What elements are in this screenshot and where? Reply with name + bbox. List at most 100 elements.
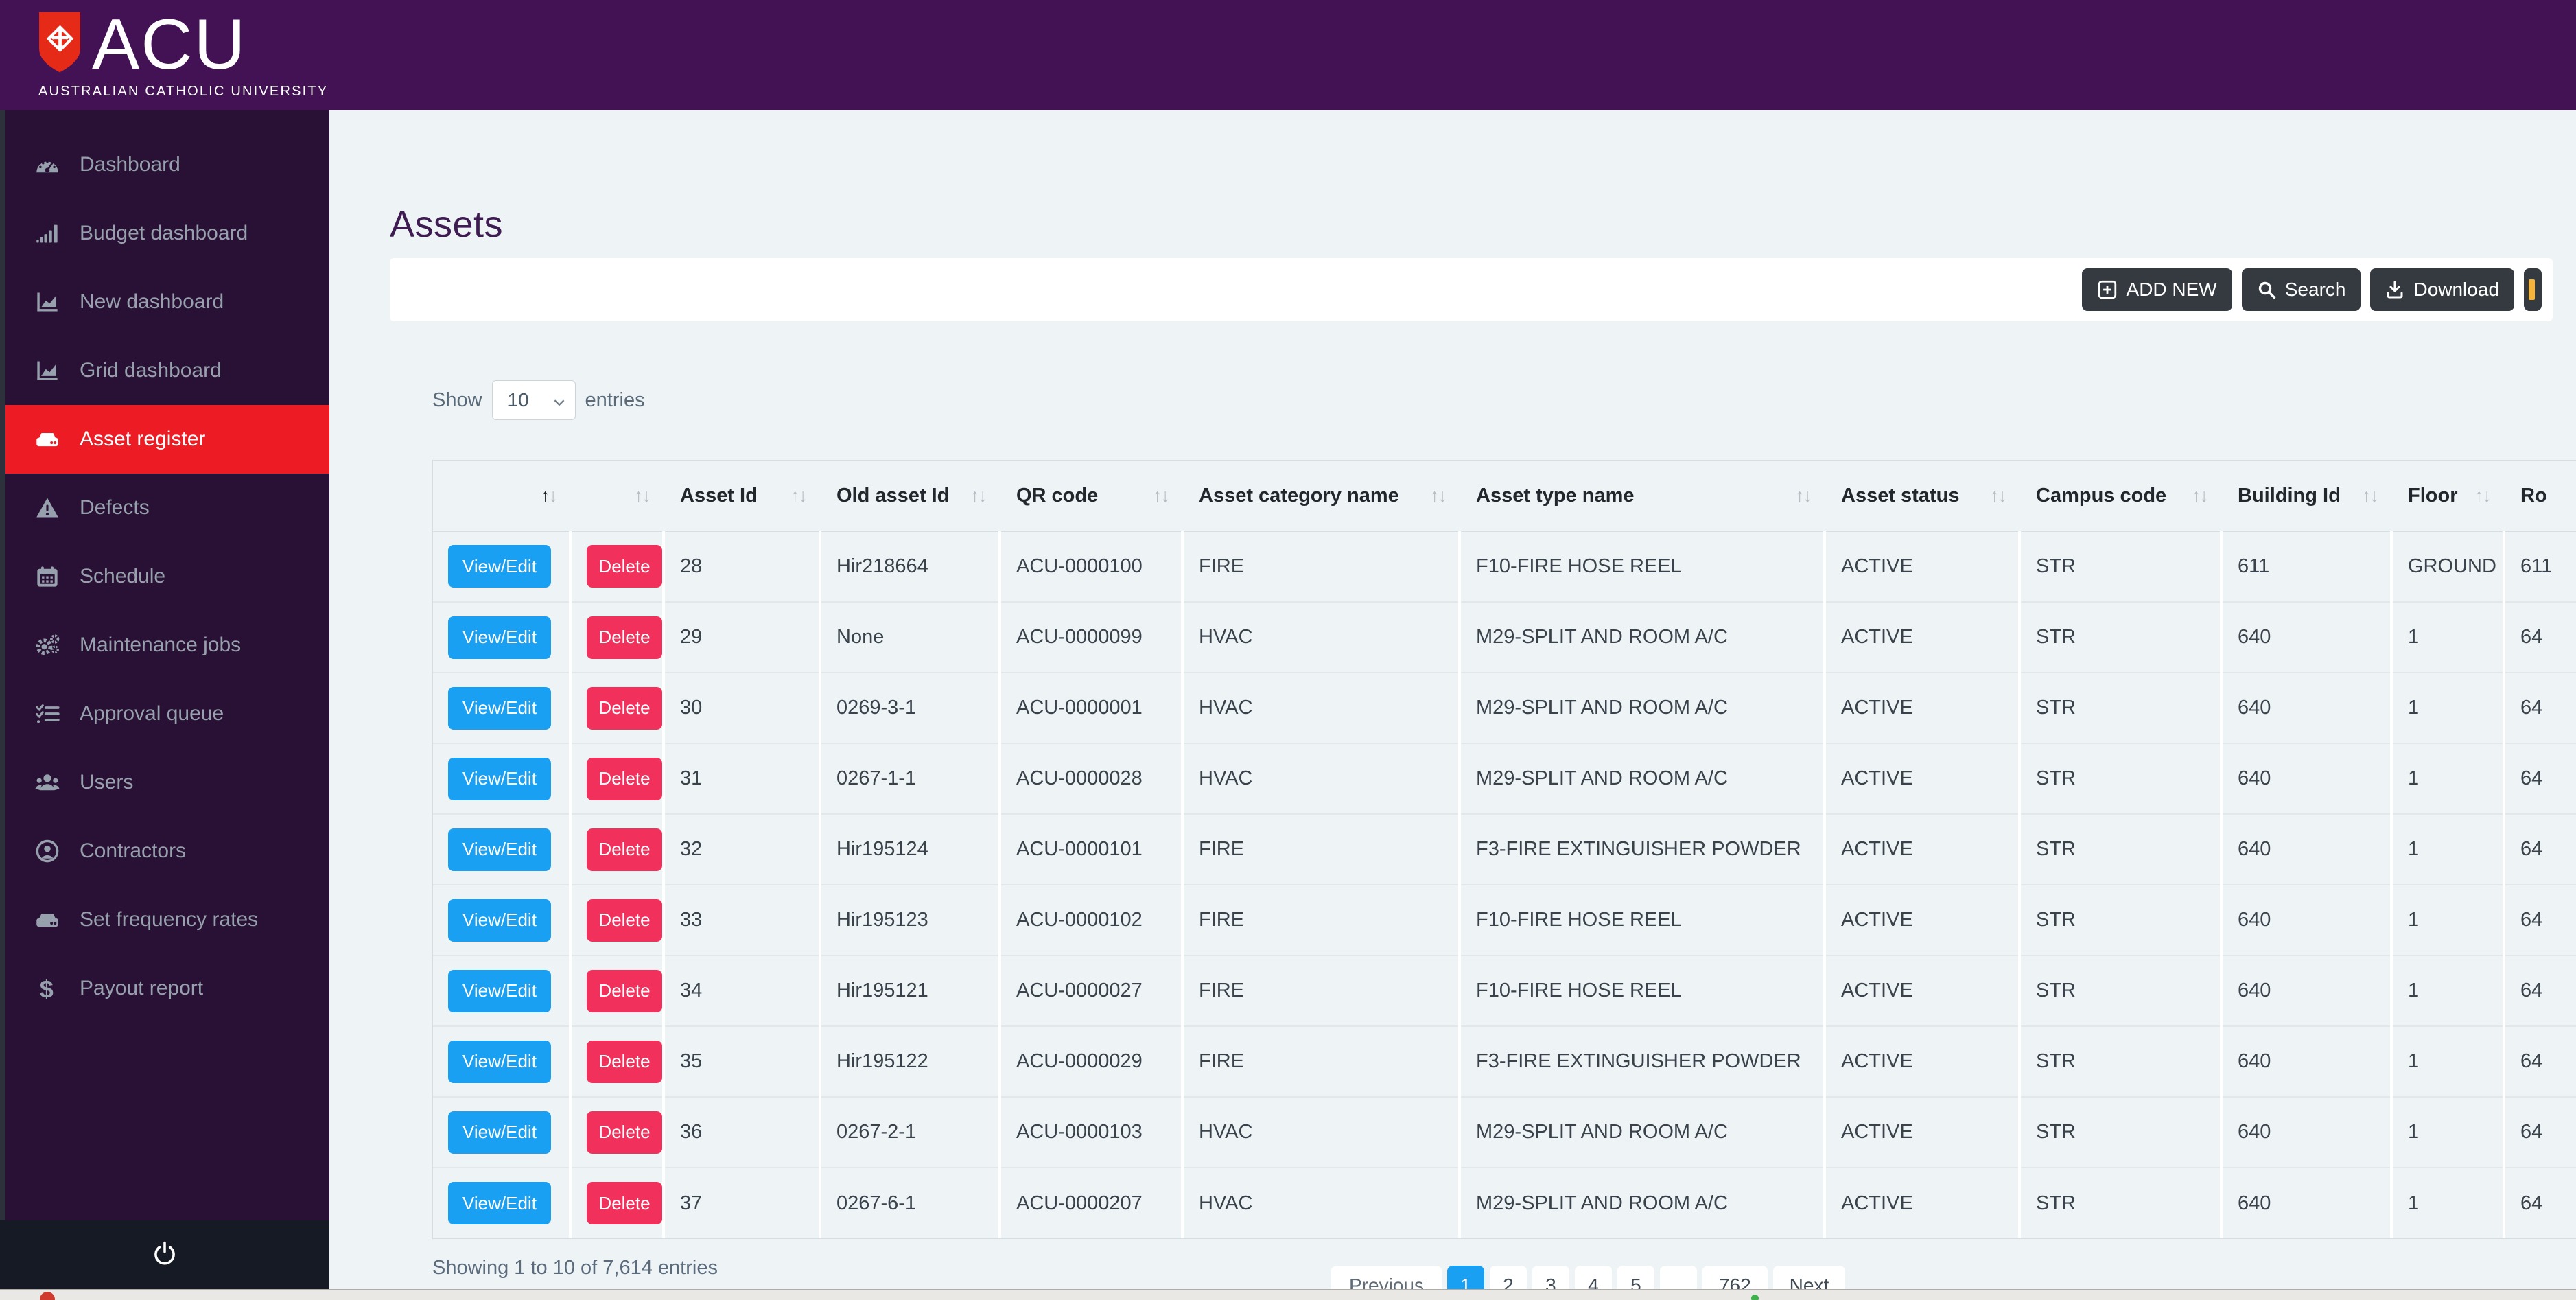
area-chart-icon	[32, 288, 63, 316]
sidebar-item-defects[interactable]: Defects	[0, 474, 329, 542]
cell-campus-code: STR	[2019, 743, 2223, 814]
col-header-campus-code[interactable]: Campus code ↑ ↓	[2019, 461, 2221, 532]
add-new-button[interactable]: ADD NEW	[2081, 268, 2232, 311]
delete-button[interactable]: Delete	[587, 686, 661, 730]
view-edit-button[interactable]: View/Edit	[448, 1182, 551, 1224]
cell-asset-category-name: FIRE	[1182, 884, 1461, 955]
sidebar-item-users[interactable]: Users	[0, 748, 329, 817]
delete-button[interactable]: Delete	[587, 545, 661, 588]
view-edit-button[interactable]: View/Edit	[448, 828, 551, 871]
delete-button[interactable]: Delete	[587, 1111, 661, 1154]
sidebar-item-approval-queue[interactable]: Approval queue	[0, 680, 329, 748]
view-edit-button[interactable]: View/Edit	[448, 757, 551, 800]
sidebar-item-schedule[interactable]: Schedule	[0, 542, 329, 611]
sidebar-item-payout-report[interactable]: $ Payout report	[0, 954, 329, 1023]
download-button[interactable]: Download	[2370, 268, 2514, 311]
cell-asset-status: ACTIVE	[1825, 955, 2021, 1026]
table-row: View/Edit Delete 33 Hir195123 ACU-0000102 FIR…	[433, 884, 2576, 955]
col-header-asset-id[interactable]: Asset Id ↑ ↓	[664, 461, 820, 532]
cell-old-asset-id: 0267-1-1	[820, 743, 1001, 814]
col-header-sort-0[interactable]: ↑ ↓	[433, 461, 570, 532]
sidebar-item-grid-dashboard[interactable]: Grid dashboard	[0, 336, 329, 405]
sidebar-item-label: Approval queue	[80, 702, 224, 725]
delete-button[interactable]: Delete	[587, 969, 661, 1012]
view-edit-button[interactable]: View/Edit	[448, 969, 551, 1012]
sidebar-item-set-frequency-rates[interactable]: Set frequency rates	[0, 885, 329, 954]
clipped-toolbar-button[interactable]	[2524, 268, 2542, 311]
view-edit-button[interactable]: View/Edit	[448, 686, 551, 730]
cell-room: 64	[2504, 1096, 2576, 1168]
delete-button[interactable]: Delete	[587, 1182, 661, 1224]
sidebar-item-budget-dashboard[interactable]: Budget dashboard	[0, 199, 329, 268]
cell-asset-id: 37	[664, 1167, 821, 1238]
sidebar-item-label: Payout report	[80, 977, 204, 999]
sidebar-item-label: Users	[80, 771, 134, 793]
cell-building-id: 640	[2221, 884, 2393, 955]
cell-floor: 1	[2391, 672, 2505, 743]
entries-length-control: Show 10 entries	[432, 380, 2553, 420]
sidebar-item-label: Schedule	[80, 565, 166, 588]
col-header-ro[interactable]: Ro↑↓	[2504, 461, 2576, 532]
cell-asset-type-name: F3-FIRE EXTINGUISHER POWDER	[1460, 813, 1826, 885]
cell-building-id: 640	[2221, 1025, 2393, 1097]
col-header-qr-code[interactable]: QR code ↑ ↓	[1000, 461, 1182, 532]
cell-campus-code: STR	[2019, 1025, 2223, 1097]
col-header-asset-type-name[interactable]: Asset type name ↑ ↓	[1460, 461, 1825, 532]
table-row: View/Edit Delete 35 Hir195122 ACU-0000029 FIR…	[433, 1025, 2576, 1097]
col-header-sort-1[interactable]: ↑ ↓	[570, 461, 664, 532]
col-header-floor[interactable]: Floor ↑ ↓	[2391, 461, 2504, 532]
col-header-building-id[interactable]: Building Id ↑ ↓	[2221, 461, 2391, 532]
view-edit-button[interactable]: View/Edit	[448, 545, 551, 588]
cell-campus-code: STR	[2019, 531, 2223, 602]
cell-campus-code: STR	[2019, 1096, 2223, 1168]
cell-asset-status: ACTIVE	[1825, 1167, 2021, 1238]
cell-asset-status: ACTIVE	[1825, 1025, 2021, 1097]
entries-select-value: 10	[507, 389, 529, 410]
cell-asset-id: 32	[664, 813, 821, 885]
area-chart-icon	[32, 357, 63, 384]
delete-button[interactable]: Delete	[587, 828, 661, 871]
sidebar-item-asset-register[interactable]: Asset register	[0, 405, 329, 474]
delete-button[interactable]: Delete	[587, 757, 661, 800]
cell-asset-id: 29	[664, 601, 821, 673]
sidebar-item-contractors[interactable]: Contractors	[0, 817, 329, 885]
entries-select[interactable]: 10	[491, 380, 576, 420]
download-icon	[2385, 280, 2404, 299]
power-icon[interactable]	[152, 1240, 178, 1270]
assets-table: ↑ ↓ ↑ ↓ Asset Id ↑ ↓ Old asset Id ↑ ↓ QR code ↑ ↓ Ass…	[433, 461, 2576, 1238]
cell-floor: 1	[2391, 1096, 2505, 1168]
cell-asset-type-name: M29-SPLIT AND ROOM A/C	[1460, 1167, 1826, 1238]
cell-room: 64	[2504, 955, 2576, 1026]
sidebar-item-label: Defects	[80, 496, 150, 519]
col-header-label: Ro	[2520, 484, 2547, 507]
sidebar-item-maintenance-jobs[interactable]: Maintenance jobs	[0, 611, 329, 680]
cell-old-asset-id: Hir195122	[820, 1025, 1001, 1097]
sidebar-item-label: Contractors	[80, 839, 187, 862]
view-edit-button[interactable]: View/Edit	[448, 898, 551, 942]
users-icon	[32, 769, 63, 796]
cell-asset-status: ACTIVE	[1825, 884, 2021, 955]
sidebar-edge-strip	[0, 110, 5, 1220]
cell-building-id: 640	[2221, 743, 2393, 814]
col-header-asset-category-name[interactable]: Asset category name ↑ ↓	[1182, 461, 1460, 532]
view-edit-button[interactable]: View/Edit	[448, 616, 551, 659]
col-header-label: Building Id	[2238, 484, 2341, 507]
view-edit-button[interactable]: View/Edit	[448, 1111, 551, 1154]
checklist-icon	[32, 700, 63, 728]
delete-button[interactable]: Delete	[587, 616, 661, 659]
cell-asset-id: 30	[664, 672, 821, 743]
delete-button[interactable]: Delete	[587, 1040, 661, 1083]
show-label: Show	[432, 388, 482, 411]
cell-floor: 1	[2391, 743, 2505, 814]
table-row: View/Edit Delete 36 0267-2-1 ACU-0000103 HVAC…	[433, 1096, 2576, 1168]
delete-button[interactable]: Delete	[587, 898, 661, 942]
col-header-old-asset-id[interactable]: Old asset Id ↑ ↓	[820, 461, 1000, 532]
view-edit-button[interactable]: View/Edit	[448, 1040, 551, 1083]
cell-room: 64	[2504, 813, 2576, 885]
col-header-asset-status[interactable]: Asset status ↑ ↓	[1825, 461, 2019, 532]
table-row: View/Edit Delete 34 Hir195121 ACU-0000027 FIR…	[433, 955, 2576, 1026]
cell-asset-status: ACTIVE	[1825, 601, 2021, 673]
search-button[interactable]: Search	[2241, 268, 2361, 311]
sidebar-item-new-dashboard[interactable]: New dashboard	[0, 268, 329, 336]
sidebar-item-dashboard[interactable]: Dashboard	[0, 130, 329, 199]
